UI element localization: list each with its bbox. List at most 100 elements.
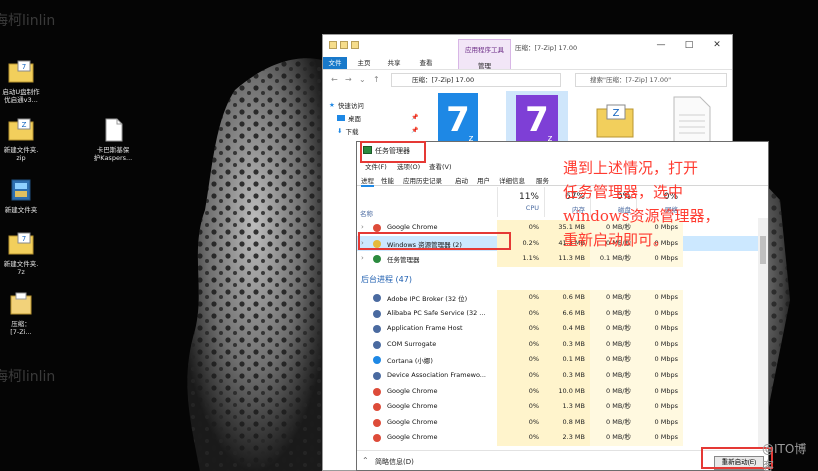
quick-access-toolbar[interactable] bbox=[329, 41, 359, 49]
minimize-button[interactable]: — bbox=[653, 40, 669, 50]
close-button[interactable]: ✕ bbox=[709, 40, 725, 50]
desktop-icon-new-folder-zip[interactable]: Z 新建文件夹. zip bbox=[0, 118, 46, 162]
new-folder-icon[interactable] bbox=[351, 41, 359, 49]
annotation-line: 遇到上述情况，打开 bbox=[563, 159, 699, 177]
tab-share[interactable]: 共享 bbox=[383, 57, 405, 69]
tab-users[interactable]: 用户 bbox=[477, 175, 490, 185]
desktop-icon-compress-7zip[interactable]: 压缩： [7-Zi... bbox=[0, 292, 46, 336]
download-icon: ⬇ bbox=[337, 127, 343, 135]
7zip-archive-icon: 7 bbox=[8, 232, 34, 255]
process-disk-cell: 0.1 MB/秒 bbox=[590, 251, 636, 267]
up-arrow-icon[interactable]: ↑ bbox=[373, 75, 380, 84]
tab-view[interactable]: 查看 bbox=[415, 57, 437, 69]
tab-processes[interactable]: 进程 bbox=[361, 175, 374, 187]
chrome-icon bbox=[373, 418, 381, 427]
process-row[interactable]: Cortana (小娜) 0% 0.1 MB 0 MB/秒 0 Mbps bbox=[357, 352, 762, 368]
cpu-total: 11% bbox=[518, 192, 539, 202]
process-row[interactable]: Google Chrome 0% 10.0 MB 0 MB/秒 0 Mbps bbox=[357, 383, 762, 400]
annotation-line: 任务管理器，选中 bbox=[563, 183, 684, 201]
process-cpu-cell: 0% bbox=[497, 321, 544, 337]
nav-item-quick-access[interactable]: ★ 快速访问 bbox=[329, 100, 364, 110]
vertical-scrollbar[interactable] bbox=[758, 218, 768, 448]
column-cpu-header[interactable]: 11% CPU bbox=[497, 187, 544, 217]
desktop-folder-icon bbox=[337, 115, 345, 121]
pin-icon[interactable]: 📌 bbox=[411, 127, 418, 134]
search-input[interactable]: 搜索"压缩：[7-Zip] 17.00" bbox=[575, 73, 727, 87]
chevron-up-icon[interactable]: ⌃ bbox=[362, 456, 369, 465]
address-bar[interactable]: 压缩：[7-Zip] 17.00 bbox=[391, 73, 561, 87]
process-row[interactable]: Application Frame Host 0% 0.4 MB 0 MB/秒 0 Mb… bbox=[357, 321, 762, 337]
maximize-button[interactable]: □ bbox=[681, 40, 697, 50]
tab-details[interactable]: 详细信息 bbox=[499, 175, 525, 185]
tab-home[interactable]: 主页 bbox=[353, 57, 375, 69]
desktop-icon-new-folder[interactable]: 新建文件夹 bbox=[0, 178, 46, 214]
process-cpu-cell: 0% bbox=[497, 305, 544, 322]
process-row[interactable]: Google Chrome 0% 2.3 MB 0 MB/秒 0 Mbps bbox=[357, 430, 762, 446]
taskmgr-icon bbox=[373, 255, 381, 264]
tab-services[interactable]: 服务 bbox=[536, 175, 549, 185]
process-row[interactable]: › 任务管理器 1.1% 11.3 MB 0.1 MB/秒 0 Mbps bbox=[357, 251, 762, 267]
process-name: COM Surrogate bbox=[387, 339, 437, 348]
process-row[interactable]: COM Surrogate 0% 0.3 MB 0 MB/秒 0 Mbps bbox=[357, 336, 762, 353]
app-icon bbox=[373, 340, 381, 349]
process-mem-cell: 0.6 MB bbox=[544, 290, 590, 306]
app-icon bbox=[373, 325, 381, 334]
nav-item-desktop[interactable]: 桌面 bbox=[337, 113, 361, 123]
process-mem-cell: 10.0 MB bbox=[544, 383, 590, 400]
app-icon bbox=[373, 294, 381, 302]
process-row[interactable]: Google Chrome 0% 0.8 MB 0 MB/秒 0 Mbps bbox=[357, 414, 762, 431]
tab-startup[interactable]: 启动 bbox=[455, 175, 468, 185]
watermark-text: 海柯linlin bbox=[0, 13, 56, 29]
tab-app-history[interactable]: 应用历史记录 bbox=[403, 175, 442, 185]
desktop-icon-usb-maker[interactable]: 7 启动U盘制作 优启通v3... bbox=[0, 60, 46, 104]
process-net-cell: 0 Mbps bbox=[636, 251, 683, 267]
process-name: Google Chrome bbox=[387, 417, 438, 426]
process-cpu-cell: 0% bbox=[497, 414, 544, 431]
process-cpu-cell: 0% bbox=[497, 290, 544, 306]
cpu-label: CPU bbox=[525, 204, 539, 212]
process-mem-cell: 0.8 MB bbox=[544, 414, 590, 431]
document-icon bbox=[105, 118, 123, 142]
pin-icon[interactable]: 📌 bbox=[411, 114, 418, 121]
process-net-cell: 0 Mbps bbox=[636, 352, 683, 368]
expand-chevron-icon[interactable]: › bbox=[361, 223, 364, 231]
tab-file[interactable]: 文件 bbox=[323, 57, 347, 69]
scrollbar-thumb[interactable] bbox=[760, 236, 766, 264]
process-disk-cell: 0 MB/秒 bbox=[590, 414, 636, 431]
column-name-header[interactable]: 名称 bbox=[360, 208, 373, 218]
tab-performance[interactable]: 性能 bbox=[381, 175, 394, 185]
process-row[interactable]: Adobe IPC Broker (32 位) 0% 0.6 MB 0 MB/秒 0 M… bbox=[357, 290, 762, 306]
process-disk-cell: 0 MB/秒 bbox=[590, 305, 636, 322]
menu-view[interactable]: 查看(V) bbox=[429, 161, 452, 171]
process-mem-cell: 0.1 MB bbox=[544, 352, 590, 368]
process-mem-cell: 6.6 MB bbox=[544, 305, 590, 322]
process-disk-cell: 0 MB/秒 bbox=[590, 290, 636, 306]
background-processes-heading: 后台进程 (47) bbox=[361, 275, 412, 284]
process-row[interactable]: Google Chrome 0% 1.3 MB 0 MB/秒 0 Mbps bbox=[357, 399, 762, 415]
fewer-details-link[interactable]: 简略信息(D) bbox=[375, 457, 414, 467]
forward-arrow-icon[interactable]: → bbox=[345, 75, 352, 84]
process-row[interactable]: Alibaba PC Safe Service (32 ... 0% 6.6 MB 0… bbox=[357, 305, 762, 322]
process-name: Application Frame Host bbox=[387, 324, 463, 333]
desktop-icon-new-folder-7z[interactable]: 7 新建文件夹. 7z bbox=[0, 232, 46, 276]
cortana-icon bbox=[373, 356, 381, 365]
desktop-icon-label: 新建文件夹. 7z bbox=[3, 260, 39, 276]
chevron-down-icon[interactable]: ⌄ bbox=[359, 75, 366, 84]
process-cpu-cell: 0% bbox=[497, 336, 544, 353]
process-row[interactable]: Device Association Framewo... 0% 0.3 MB 0 M… bbox=[357, 368, 762, 384]
expand-chevron-icon[interactable]: › bbox=[361, 254, 364, 262]
process-net-cell: 0 Mbps bbox=[636, 336, 683, 353]
process-name: Google Chrome bbox=[387, 386, 438, 395]
highlight-taskmgr-title bbox=[360, 141, 426, 163]
desktop-icon-kaspersky[interactable]: 卡巴斯基保 护Kaspers... bbox=[88, 118, 138, 162]
ribbon-tabs: 文件 主页 共享 查看 bbox=[323, 55, 732, 70]
properties-icon[interactable] bbox=[340, 41, 348, 49]
process-net-cell: 0 Mbps bbox=[636, 368, 683, 384]
annotation-line: 重新启动即可。 bbox=[563, 231, 669, 249]
folder-icon[interactable] bbox=[329, 41, 337, 49]
svg-text:Z: Z bbox=[22, 121, 27, 129]
back-arrow-icon[interactable]: ← bbox=[331, 75, 338, 84]
nav-item-downloads[interactable]: ⬇ 下载 bbox=[337, 126, 358, 136]
explorer-titlebar[interactable]: 压缩：[7-Zip] 17.00 — □ ✕ bbox=[323, 35, 732, 55]
app-icon bbox=[373, 309, 381, 318]
